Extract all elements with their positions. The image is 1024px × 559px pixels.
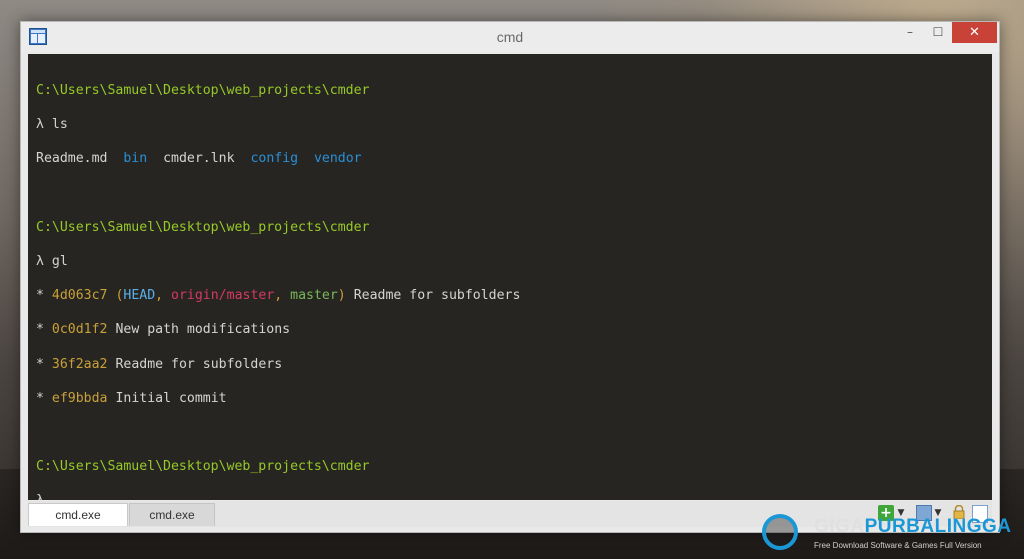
git-log-entry: * 0c0d1f2 New path modifications [36,321,520,338]
cmder-window: cmd – ☐ ✕ C:\Users\Samuel\Desktop\web_pr… [20,21,1000,533]
command-line: λ gl [36,253,520,270]
git-log-entry: * ef9bbda Initial commit [36,390,520,407]
watermark-logo: GIGAPURBALINGGA Free Download Software &… [756,512,1016,558]
commit-message: New path modifications [115,322,291,338]
dir-entry: config [250,151,299,167]
tab-cmd-exe-2[interactable]: cmd.exe [129,503,215,526]
ls-output: Readme.md bin cmder.lnk config vendor [36,150,520,167]
tab-cmd-exe-1[interactable]: cmd.exe [28,503,128,526]
commit-hash: 36f2aa2 [51,356,108,372]
command-text: ls [51,117,68,133]
commit-message: Readme for subfolders [353,288,521,304]
watermark-brand: GIGAPURBALINGGA [814,516,1012,537]
ref-branch: master [290,288,338,304]
close-button[interactable]: ✕ [952,22,997,43]
title-bar[interactable]: cmd – ☐ ✕ [21,22,999,52]
log-bullet: * [36,288,44,304]
minimize-button[interactable]: – [897,22,923,43]
command-line: λ [36,492,520,500]
prompt-path-line: C:\Users\Samuel\Desktop\web_projects\cmd… [36,219,520,236]
window-title: cmd [496,29,524,45]
commit-hash: ef9bbda [51,390,108,406]
commit-hash: 0c0d1f2 [51,322,108,338]
cwd-path: C:\Users\Samuel\Desktop\web_projects\cmd… [36,83,370,99]
git-log-entry: * 36f2aa2 Readme for subfolders [36,356,520,373]
file-entry: cmder.lnk [163,151,235,167]
console-area[interactable]: C:\Users\Samuel\Desktop\web_projects\cmd… [28,54,992,500]
cwd-path: C:\Users\Samuel\Desktop\web_projects\cmd… [36,459,370,475]
watermark-icon [762,514,798,550]
command-line: λ ls [36,116,520,133]
log-bullet: * [36,356,44,372]
lambda-prompt: λ [36,254,44,270]
lambda-prompt: λ [36,493,44,500]
commit-message: Readme for subfolders [115,356,283,372]
file-entry: Readme.md [36,151,108,167]
lambda-prompt: λ [36,117,44,133]
cwd-path: C:\Users\Samuel\Desktop\web_projects\cmd… [36,219,370,235]
dir-entry: bin [123,151,148,167]
ref-remote: origin/master [171,288,275,304]
log-bullet: * [36,390,44,406]
prompt-path-line: C:\Users\Samuel\Desktop\web_projects\cmd… [36,82,520,99]
commit-hash: 4d063c7 [51,288,108,304]
prompt-path-line: C:\Users\Samuel\Desktop\web_projects\cmd… [36,458,520,475]
command-text: gl [51,254,68,270]
git-log-entry: * 4d063c7 (HEAD, origin/master, master) … [36,288,521,304]
dir-entry: vendor [313,151,362,167]
commit-message: Initial commit [115,390,227,406]
log-bullet: * [36,322,44,338]
maximize-button[interactable]: ☐ [925,22,951,43]
watermark-tagline: Free Download Software & Games Full Vers… [814,541,982,550]
ref-head: HEAD [123,288,156,304]
terminal-output: C:\Users\Samuel\Desktop\web_projects\cmd… [36,65,520,500]
